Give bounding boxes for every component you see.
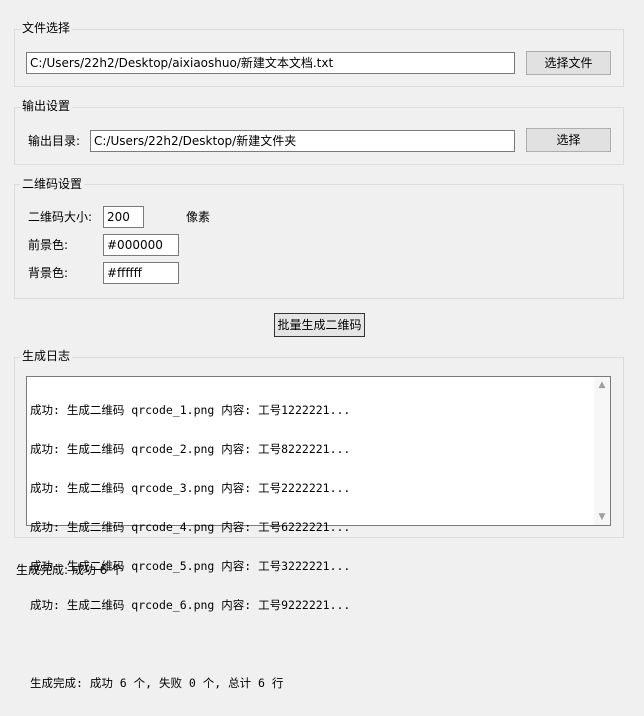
log-content: 成功: 生成二维码 qrcode_1.png 内容: 工号1222221... … [30,378,350,716]
batch-generate-button[interactable]: 批量生成二维码 [274,313,365,337]
scroll-up-arrow-icon[interactable]: ▲ [594,378,610,392]
output-dir-label: 输出目录: [28,134,81,148]
choose-dir-button[interactable]: 选择 [526,128,611,152]
status-text: 生成完成: 成功 6 个 [16,563,124,577]
file-path-field[interactable]: C:/Users/22h2/Desktop/aixiaoshuo/新建文本文档.… [26,52,515,74]
fg-color-input[interactable]: #000000 [103,234,179,256]
output-settings-title: 输出设置 [20,99,73,113]
qr-settings-title: 二维码设置 [20,177,85,191]
bg-color-input[interactable]: #ffffff [103,262,179,284]
log-line: 成功: 生成二维码 qrcode_6.png 内容: 工号9222221... [30,598,351,612]
choose-file-button[interactable]: 选择文件 [526,51,611,75]
fg-color-label: 前景色: [28,238,69,252]
log-vertical-scrollbar[interactable]: ▲ ▼ [594,377,610,525]
log-line: 成功: 生成二维码 qrcode_1.png 内容: 工号1222221... [30,403,351,417]
log-title: 生成日志 [20,349,73,363]
bg-color-label: 背景色: [28,266,69,280]
log-textarea[interactable]: 成功: 生成二维码 qrcode_1.png 内容: 工号1222221... … [26,376,611,690]
log-line: 成功: 生成二维码 qrcode_3.png 内容: 工号2222221... [30,481,351,495]
scroll-down-arrow-icon[interactable]: ▼ [594,510,610,524]
output-dir-field[interactable]: C:/Users/22h2/Desktop/新建文件夹 [90,130,515,152]
log-line: 成功: 生成二维码 qrcode_2.png 内容: 工号8222221... [30,442,351,456]
qr-size-unit: 像素 [186,210,211,224]
qr-size-label: 二维码大小: [28,210,93,224]
log-line: 成功: 生成二维码 qrcode_4.png 内容: 工号6222221... [30,520,351,534]
file-select-title: 文件选择 [20,21,73,35]
log-summary-line: 生成完成: 成功 6 个, 失败 0 个, 总计 6 行 [30,676,284,690]
qr-size-input[interactable]: 200 [103,206,144,228]
